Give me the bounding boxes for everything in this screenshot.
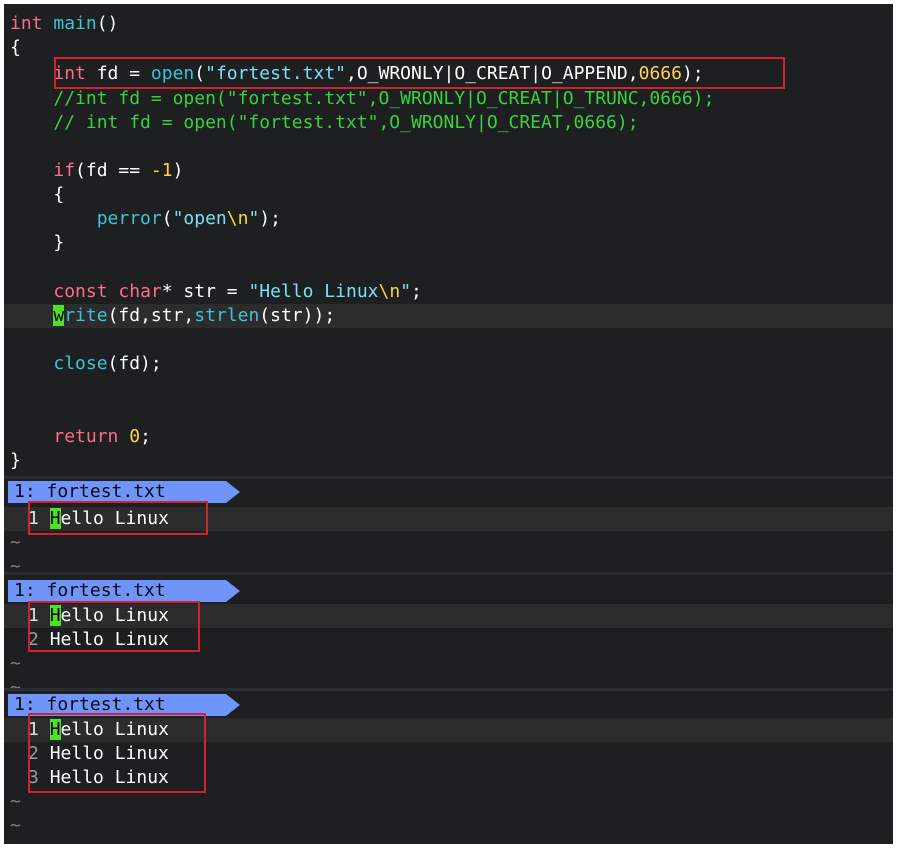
code-text: ; <box>140 426 151 447</box>
tab-arrow-icon <box>226 580 240 602</box>
keyword: if <box>53 160 76 181</box>
function-name: perror <box>96 208 162 229</box>
keyword: return <box>53 426 119 447</box>
code-text: () <box>96 13 119 34</box>
function-name: strlen <box>194 305 260 326</box>
text-cursor: w <box>53 305 65 326</box>
escape-sequence: \n <box>226 208 249 229</box>
code-line-close-brace: } <box>10 231 64 255</box>
code-line-write[interactable]: write(fd,str,strlen(str)); <box>10 304 335 328</box>
highlight-box-output-3 <box>28 713 206 793</box>
keyword: char <box>118 281 162 302</box>
code-line-1: int main() <box>10 12 118 36</box>
string-literal: "open <box>172 208 227 229</box>
code-text: ; <box>411 281 422 302</box>
code-text: (fd); <box>107 353 162 374</box>
code-line-if: if(fd == -1) <box>10 159 183 183</box>
keyword: int <box>10 13 43 34</box>
escape-sequence: \n <box>378 281 401 302</box>
vim-editor[interactable]: int main() { int fd = open("fortest.txt"… <box>4 4 893 844</box>
code-text: (fd,str, <box>107 305 195 326</box>
code-line-final-brace: } <box>10 450 21 471</box>
comment-line-trunc: //int fd = open("fortest.txt",O_WRONLY|O… <box>10 87 714 111</box>
code-text: ) <box>172 160 184 181</box>
code-text: ( <box>161 208 173 229</box>
code-text: ); <box>259 208 281 229</box>
comment-line-creat: // int fd = open("fortest.txt",O_WRONLY|… <box>10 111 639 135</box>
code-line-2: { <box>10 37 21 58</box>
code-line-return: return 0; <box>10 425 151 449</box>
code-line-close: close(fd); <box>10 352 162 376</box>
comment-text: // int fd = open("fortest.txt",O_WRONLY|… <box>53 112 639 133</box>
pane-separator <box>4 688 893 691</box>
tab-arrow-icon <box>226 694 240 716</box>
string-literal: " <box>248 208 260 229</box>
buffer-tab[interactable]: 1: fortest.txt <box>8 481 226 503</box>
code-text: (str)); <box>259 305 336 326</box>
code-text: * str = <box>161 281 249 302</box>
code-line-const-char: const char* str = "Hello Linux\n"; <box>10 280 422 304</box>
function-name: close <box>53 353 108 374</box>
function-name: rite <box>64 305 108 326</box>
function-name: main <box>53 13 97 34</box>
string-literal: " <box>400 281 412 302</box>
number-literal: -1 <box>150 160 173 181</box>
empty-line-tilde: ~ <box>10 815 21 836</box>
buffer-tab[interactable]: 1: fortest.txt <box>8 580 226 602</box>
code-text: } <box>53 232 65 253</box>
comment-text: //int fd = open("fortest.txt",O_WRONLY|O… <box>53 88 715 109</box>
highlight-box-output-1 <box>28 501 208 535</box>
pane-separator <box>4 572 893 575</box>
keyword: const <box>53 281 108 302</box>
empty-line-tilde: ~ <box>10 653 21 674</box>
code-line-open-brace: { <box>10 183 64 207</box>
pane-separator <box>4 476 893 479</box>
empty-line-tilde: ~ <box>10 791 21 812</box>
code-text: { <box>53 184 65 205</box>
tab-arrow-icon <box>226 481 240 503</box>
highlight-box-open-append <box>54 57 785 89</box>
code-line-perror: perror("open\n"); <box>10 207 281 231</box>
empty-line-tilde: ~ <box>10 556 21 577</box>
number-literal: 0 <box>129 426 141 447</box>
code-text: (fd == <box>75 160 151 181</box>
string-literal: "Hello Linux <box>248 281 379 302</box>
empty-line-tilde: ~ <box>10 532 21 553</box>
highlight-box-output-2 <box>28 601 200 652</box>
